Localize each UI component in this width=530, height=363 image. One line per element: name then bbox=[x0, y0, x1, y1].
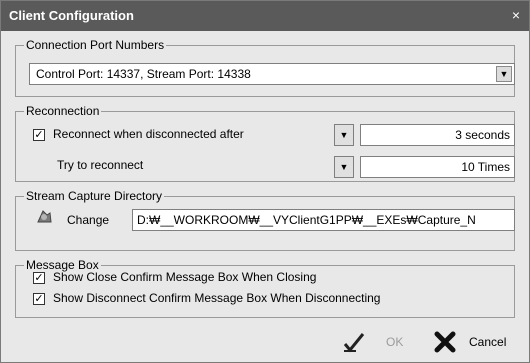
change-button[interactable]: Change bbox=[67, 213, 109, 227]
capture-directory-legend: Stream Capture Directory bbox=[24, 189, 165, 203]
cancel-button[interactable]: Cancel bbox=[433, 330, 519, 354]
confirm-disconnect-label: Show Disconnect Confirm Message Box When… bbox=[53, 291, 381, 305]
reconnect-delay-spinner[interactable]: ▼ 3 seconds bbox=[334, 124, 515, 146]
reconnect-delay-value[interactable]: 3 seconds bbox=[360, 124, 515, 146]
connection-port-legend: Connection Port Numbers bbox=[24, 38, 167, 52]
folder-icon[interactable] bbox=[34, 207, 54, 227]
chevron-down-icon[interactable]: ▼ bbox=[496, 66, 512, 82]
try-reconnect-value[interactable]: 10 Times bbox=[360, 156, 515, 178]
ok-button[interactable]: OK bbox=[342, 330, 406, 354]
window-title: Client Configuration bbox=[9, 8, 134, 23]
reconnect-checkbox[interactable]: ✓ bbox=[33, 129, 45, 141]
port-combo-value: Control Port: 14337, Stream Port: 14338 bbox=[36, 67, 251, 81]
try-reconnect-spinner[interactable]: ▼ 10 Times bbox=[334, 156, 515, 178]
close-icon[interactable]: × bbox=[509, 8, 523, 22]
ok-label: OK bbox=[386, 335, 404, 349]
title-bar[interactable]: Client Configuration × bbox=[1, 1, 529, 31]
reconnect-label: Reconnect when disconnected after bbox=[53, 127, 244, 141]
try-reconnect-label: Try to reconnect bbox=[57, 158, 144, 172]
cancel-label: Cancel bbox=[469, 335, 507, 349]
chevron-down-icon[interactable]: ▼ bbox=[334, 124, 354, 146]
message-box-group: Message Box bbox=[15, 258, 515, 318]
client-configuration-dialog: Client Configuration × Connection Port N… bbox=[0, 0, 530, 363]
confirm-closing-label: Show Close Confirm Message Box When Clos… bbox=[53, 270, 317, 284]
capture-path-field[interactable]: D:₩__WORKROOM₩__VYClientG1PP₩__EXEs₩Capt… bbox=[132, 209, 515, 231]
confirm-closing-checkbox[interactable]: ✓ bbox=[33, 272, 45, 284]
chevron-down-icon[interactable]: ▼ bbox=[334, 156, 354, 178]
reconnection-legend: Reconnection bbox=[24, 104, 102, 118]
checkmark-icon bbox=[342, 330, 366, 354]
confirm-disconnect-checkbox[interactable]: ✓ bbox=[33, 293, 45, 305]
port-combo[interactable]: Control Port: 14337, Stream Port: 14338 … bbox=[29, 63, 515, 85]
cancel-x-icon bbox=[433, 330, 457, 354]
